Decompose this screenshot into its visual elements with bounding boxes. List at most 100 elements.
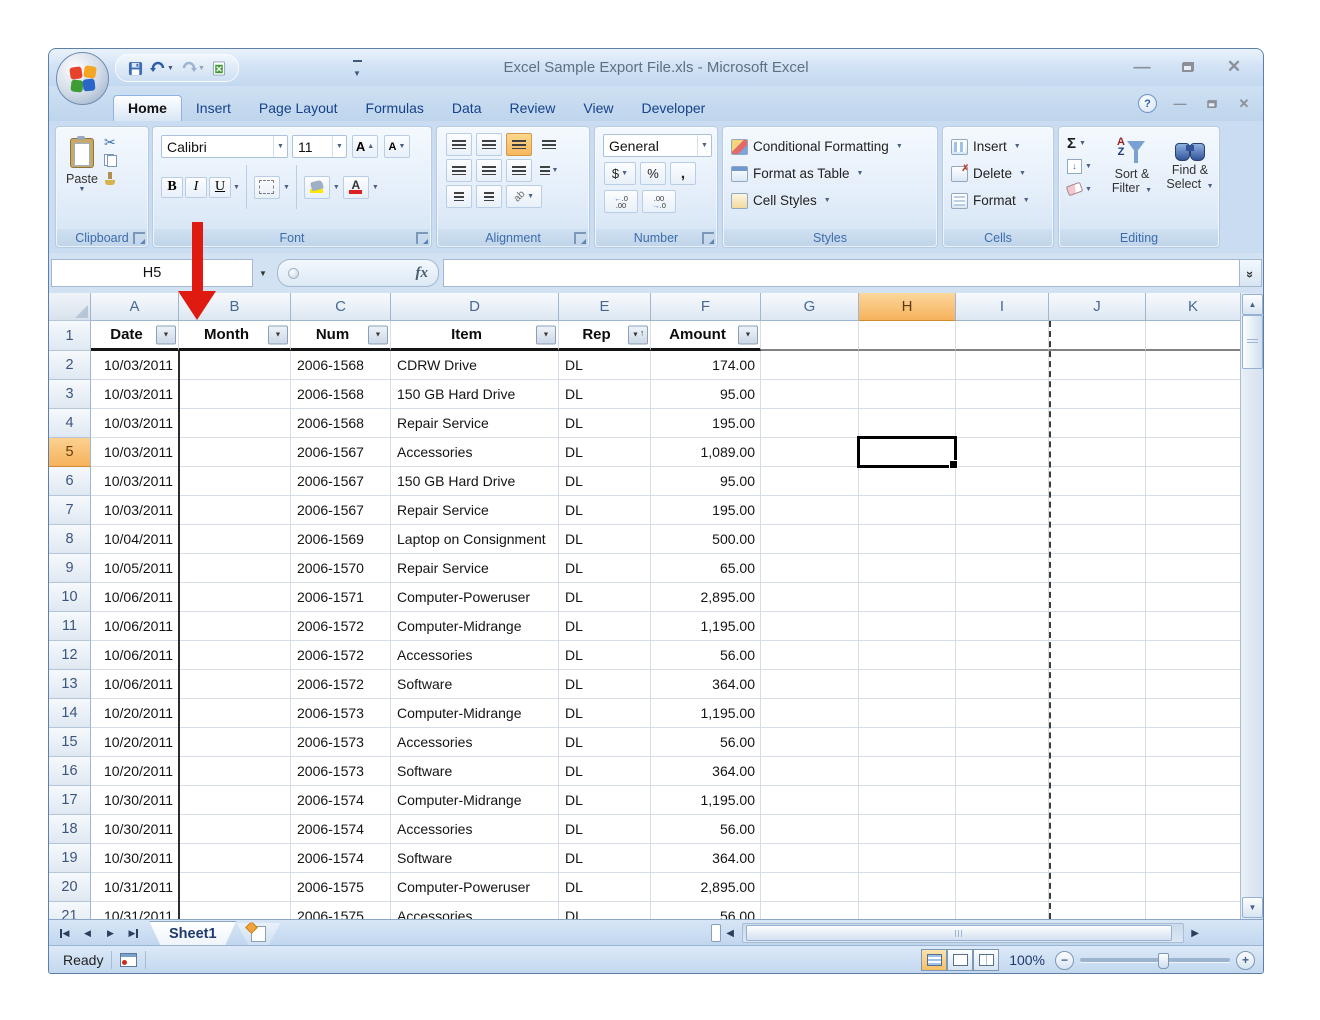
cell-K7[interactable] <box>1146 496 1241 525</box>
orientation-button[interactable]: ab ▼ <box>506 185 542 208</box>
cell-K9[interactable] <box>1146 554 1241 583</box>
cell-num-5[interactable]: 2006-1567 <box>291 438 391 467</box>
decrease-decimal-button[interactable]: .00→.0 <box>642 190 676 213</box>
cell-K6[interactable] <box>1146 467 1241 496</box>
cell-K16[interactable] <box>1146 757 1241 786</box>
cell-K4[interactable] <box>1146 409 1241 438</box>
top-align-button[interactable] <box>446 133 472 156</box>
cell-amount-2[interactable]: 174.00 <box>651 351 761 380</box>
fill-handle[interactable] <box>949 460 958 469</box>
cell-num-2[interactable]: 2006-1568 <box>291 351 391 380</box>
cell-date-10[interactable]: 10/06/2011 <box>91 583 179 612</box>
cell-G14[interactable] <box>761 699 859 728</box>
cell-K20[interactable] <box>1146 873 1241 902</box>
row-header-4[interactable]: 4 <box>49 409 91 438</box>
cell-date-9[interactable]: 10/05/2011 <box>91 554 179 583</box>
page-break-view-button[interactable] <box>973 949 999 971</box>
borders-dropdown-icon[interactable]: ▼ <box>283 184 290 191</box>
close-button[interactable]: ✕ <box>1219 57 1249 77</box>
scroll-right-button[interactable]: ▶ <box>1186 924 1205 942</box>
filter-dropdown-button[interactable]: ▼ <box>156 325 176 344</box>
cell-I5[interactable] <box>956 438 1049 467</box>
find-select-button[interactable]: Find & Select ▼ <box>1161 132 1219 226</box>
cell-J8[interactable] <box>1049 525 1146 554</box>
cell-J6[interactable] <box>1049 467 1146 496</box>
cell-J12[interactable] <box>1049 641 1146 670</box>
cut-button[interactable]: ✂ <box>104 135 117 149</box>
cell-date-16[interactable]: 10/20/2011 <box>91 757 179 786</box>
cell-month-9[interactable] <box>179 554 291 583</box>
cell-K2[interactable] <box>1146 351 1241 380</box>
cell-rep-15[interactable]: DL <box>559 728 651 757</box>
cell-H17[interactable] <box>859 786 956 815</box>
cell-amount-16[interactable]: 364.00 <box>651 757 761 786</box>
font-color-button[interactable]: A <box>343 176 369 199</box>
tab-developer[interactable]: Developer <box>627 96 719 121</box>
cell-month-11[interactable] <box>179 612 291 641</box>
column-header-C[interactable]: C <box>291 293 391 321</box>
tab-formulas[interactable]: Formulas <box>352 96 438 121</box>
cell-num-14[interactable]: 2006-1573 <box>291 699 391 728</box>
cell-item-20[interactable]: Computer-Poweruser <box>391 873 559 902</box>
row-header-16[interactable]: 16 <box>49 757 91 786</box>
tab-split-handle[interactable] <box>711 924 721 942</box>
cell-K15[interactable] <box>1146 728 1241 757</box>
cell-month-14[interactable] <box>179 699 291 728</box>
cell-num-7[interactable]: 2006-1567 <box>291 496 391 525</box>
cell-rep-14[interactable]: DL <box>559 699 651 728</box>
cell-amount-17[interactable]: 1,195.00 <box>651 786 761 815</box>
row-header-12[interactable]: 12 <box>49 641 91 670</box>
filter-dropdown-button[interactable]: ▼ <box>536 325 556 344</box>
alignment-dialog-launcher[interactable] <box>574 232 586 244</box>
cell-rep-18[interactable]: DL <box>559 815 651 844</box>
cell-num-11[interactable]: 2006-1572 <box>291 612 391 641</box>
merge-center-button[interactable]: ▼ <box>536 159 562 182</box>
minimize-button[interactable]: — <box>1127 57 1157 77</box>
cell-H21[interactable] <box>859 902 956 919</box>
filter-header-amount[interactable]: Amount▼ <box>651 321 761 351</box>
row-header-8[interactable]: 8 <box>49 525 91 554</box>
cell-J17[interactable] <box>1049 786 1146 815</box>
cell-num-8[interactable]: 2006-1569 <box>291 525 391 554</box>
cell-item-18[interactable]: Accessories <box>391 815 559 844</box>
cell-month-21[interactable] <box>179 902 291 919</box>
cell-G20[interactable] <box>761 873 859 902</box>
borders-button[interactable] <box>254 176 280 199</box>
cell-I7[interactable] <box>956 496 1049 525</box>
italic-button[interactable]: I <box>185 177 207 198</box>
fill-color-button[interactable] <box>304 176 330 199</box>
row-header-2[interactable]: 2 <box>49 351 91 380</box>
cell-J14[interactable] <box>1049 699 1146 728</box>
cell-I21[interactable] <box>956 902 1049 919</box>
tab-page-layout[interactable]: Page Layout <box>245 96 352 121</box>
cell-K1[interactable] <box>1146 321 1241 351</box>
cell-G15[interactable] <box>761 728 859 757</box>
cell-H14[interactable] <box>859 699 956 728</box>
cell-item-19[interactable]: Software <box>391 844 559 873</box>
cell-num-9[interactable]: 2006-1570 <box>291 554 391 583</box>
cell-item-21[interactable]: Accessories <box>391 902 559 919</box>
cell-J4[interactable] <box>1049 409 1146 438</box>
cell-G16[interactable] <box>761 757 859 786</box>
cell-rep-2[interactable]: DL <box>559 351 651 380</box>
column-header-A[interactable]: A <box>91 293 179 321</box>
cell-amount-7[interactable]: 195.00 <box>651 496 761 525</box>
cell-amount-19[interactable]: 364.00 <box>651 844 761 873</box>
conditional-formatting-button[interactable]: Conditional Formatting▼ <box>723 133 937 160</box>
cell-G6[interactable] <box>761 467 859 496</box>
cell-item-7[interactable]: Repair Service <box>391 496 559 525</box>
underline-dropdown-icon[interactable]: ▼ <box>233 184 240 191</box>
zoom-slider[interactable] <box>1080 958 1230 962</box>
formula-input[interactable] <box>443 259 1239 287</box>
cell-J2[interactable] <box>1049 351 1146 380</box>
cell-num-20[interactable]: 2006-1575 <box>291 873 391 902</box>
cell-amount-10[interactable]: 2,895.00 <box>651 583 761 612</box>
cell-rep-5[interactable]: DL <box>559 438 651 467</box>
cell-I17[interactable] <box>956 786 1049 815</box>
cell-rep-19[interactable]: DL <box>559 844 651 873</box>
paste-button[interactable]: Paste ▼ <box>62 133 102 219</box>
cell-G17[interactable] <box>761 786 859 815</box>
workbook-restore-button[interactable] <box>1203 97 1221 111</box>
bold-button[interactable]: B <box>161 177 183 198</box>
cell-month-16[interactable] <box>179 757 291 786</box>
